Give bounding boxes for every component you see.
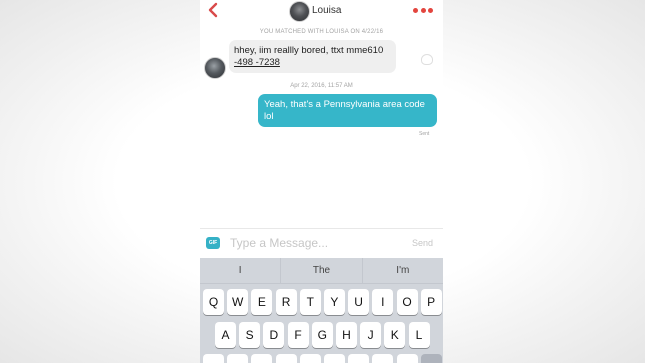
outgoing-message-bubble[interactable]: Yeah, that's a Pennsylvania area code lo… (258, 94, 437, 127)
key-y[interactable]: Y (323, 289, 345, 315)
key-i[interactable]: I (372, 289, 394, 315)
outgoing-message-line: lol (264, 111, 274, 122)
keyboard-key[interactable] (251, 354, 273, 363)
key-row-2: A S D F G H J K L (215, 322, 433, 348)
keyboard-key[interactable] (299, 354, 321, 363)
keyboard-key[interactable] (227, 354, 249, 363)
keyboard: I The I'm Q W E R T Y U I O P A S D F G … (200, 258, 443, 363)
keyboard-key[interactable] (348, 354, 370, 363)
suggestion-item[interactable]: I (200, 258, 282, 283)
key-a[interactable]: A (215, 322, 236, 348)
three-dots-icon[interactable] (413, 6, 433, 14)
incoming-message-line: hhey, iim reallly bored, ttxt mme610 (234, 45, 384, 56)
key-row-3 (203, 354, 443, 363)
key-p[interactable]: P (420, 289, 442, 315)
key-w[interactable]: W (227, 289, 249, 315)
key-t[interactable]: T (299, 289, 321, 315)
suggestion-item[interactable]: I'm (363, 258, 443, 283)
keyboard-key[interactable] (275, 354, 297, 363)
key-l[interactable]: L (408, 322, 430, 348)
message-timestamp: Apr 22, 2016, 11:57 AM (290, 83, 353, 89)
key-g[interactable]: G (311, 322, 333, 348)
match-notice: YOU MATCHED WITH LOUISA ON 4/22/16 (259, 29, 384, 35)
match-name[interactable]: Louisa (312, 5, 341, 16)
chevron-left-icon (208, 2, 218, 18)
key-f[interactable]: F (287, 322, 309, 348)
key-s[interactable]: S (239, 322, 261, 348)
key-r[interactable]: R (275, 289, 297, 315)
send-button[interactable]: Send (412, 238, 433, 248)
key-o[interactable]: O (396, 289, 418, 315)
chat-header: Louisa (200, 0, 443, 24)
keyboard-key[interactable] (203, 354, 224, 363)
chat-screen: Louisa YOU MATCHED WITH LOUISA ON 4/22/1… (200, 0, 443, 363)
suggestion-bar: I The I'm (200, 258, 443, 284)
key-d[interactable]: D (263, 322, 285, 348)
gif-button[interactable]: GIF (206, 237, 220, 249)
outgoing-message-line: Yeah, that's a Pennsylvania area code (264, 99, 425, 110)
phone-number-link[interactable]: -498 -7238 (234, 57, 280, 68)
sender-avatar[interactable] (204, 57, 226, 79)
heart-icon[interactable] (421, 54, 433, 65)
sent-status: Sent (419, 131, 430, 137)
back-button[interactable] (207, 2, 221, 20)
match-avatar[interactable] (289, 1, 310, 22)
message-composer: GIF Send (200, 228, 443, 259)
keyboard-key[interactable] (323, 354, 345, 363)
keyboard-key[interactable] (372, 354, 394, 363)
incoming-message-bubble[interactable]: hhey, iim reallly bored, ttxt mme610 -49… (229, 40, 396, 73)
key-k[interactable]: K (384, 322, 406, 348)
key-j[interactable]: J (360, 322, 382, 348)
message-input[interactable] (230, 234, 380, 252)
key-h[interactable]: H (335, 322, 357, 348)
suggestion-item[interactable]: The (281, 258, 363, 283)
key-q[interactable]: Q (203, 289, 224, 315)
key-e[interactable]: E (251, 289, 273, 315)
keyboard-key[interactable] (420, 354, 442, 363)
key-u[interactable]: U (348, 289, 370, 315)
keyboard-key[interactable] (396, 354, 418, 363)
key-row-1: Q W E R T Y U I O P (203, 289, 443, 315)
